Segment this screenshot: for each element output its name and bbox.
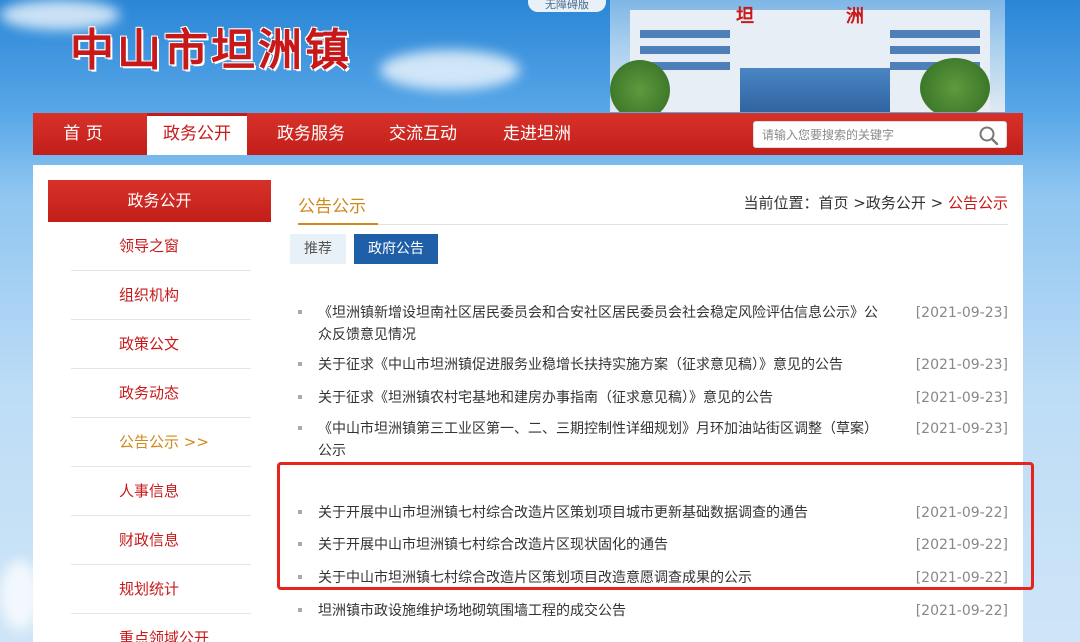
notice-title[interactable]: 关于开展中山市坦洲镇七村综合改造片区策划项目城市更新基础数据调查的通告	[318, 502, 888, 524]
sidebar-item-key-areas[interactable]: 重点领域公开	[71, 614, 251, 642]
search-icon[interactable]	[978, 125, 1000, 146]
sidebar-item-news[interactable]: 政务动态	[71, 369, 251, 418]
notice-title[interactable]: 《坦洲镇新增设坦南社区居民委员会和合安社区居民委员会社会稳定风险评估信息公示》公…	[318, 302, 888, 346]
title-accent-line	[298, 223, 378, 225]
bullet-icon	[298, 510, 302, 514]
nav-item-interaction[interactable]: 交流互动	[373, 113, 473, 155]
tab-bar: 推荐 政府公告	[290, 234, 446, 264]
sidebar-item-planning-statistics[interactable]: 规划统计	[71, 565, 251, 614]
nav-item-government-services[interactable]: 政务服务	[261, 113, 361, 155]
notice-row[interactable]: 关于开展中山市坦洲镇七村综合改造片区现状固化的通告 [2021-09-22]	[298, 534, 1008, 556]
page-title: 公告公示	[298, 197, 366, 217]
breadcrumb: 当前位置：首页 >政务公开 > 公告公示	[743, 192, 1008, 213]
notice-date: [2021-09-23]	[915, 421, 1008, 437]
notice-title[interactable]: 关于征求《中山市坦洲镇促进服务业稳增长扶持实施方案（征求意见稿）》意见的公告	[318, 354, 888, 376]
notice-row[interactable]: 关于中山市坦洲镇七村综合改造片区策划项目改造意愿调查成果的公示 [2021-09…	[298, 567, 1008, 589]
notice-row[interactable]: 《坦洲镇新增设坦南社区居民委员会和合安社区居民委员会社会稳定风险评估信息公示》公…	[298, 302, 1008, 346]
building-window-row	[890, 30, 980, 38]
building-window-row	[890, 46, 980, 54]
sidebar-item-announcements[interactable]: 公告公示 >>	[71, 418, 251, 467]
notice-title[interactable]: 关于开展中山市坦洲镇七村综合改造片区现状固化的通告	[318, 534, 888, 556]
nav-item-about-tanzhou[interactable]: 走进坦洲	[487, 113, 587, 155]
notice-date: [2021-09-22]	[915, 570, 1008, 586]
notice-date: [2021-09-22]	[915, 537, 1008, 553]
breadcrumb-section[interactable]: 政务公开	[866, 194, 926, 212]
building-sign-char: 洲	[846, 6, 864, 27]
nav-item-home[interactable]: 首 页	[33, 113, 133, 155]
title-divider	[298, 224, 1008, 225]
notice-date: [2021-09-22]	[915, 505, 1008, 521]
sidebar: 政务公开 领导之窗 组织机构 政策公文 政务动态 公告公示 >> 人事信息 财政…	[48, 180, 271, 642]
building-window-row	[640, 30, 730, 38]
sidebar-item-leaders[interactable]: 领导之窗	[71, 222, 251, 271]
building-window-row	[640, 46, 730, 54]
search-input[interactable]	[762, 125, 972, 145]
site-title[interactable]: 中山市坦洲镇	[70, 14, 352, 78]
notice-row[interactable]: 《中山市坦洲镇第三工业区第一、二、三期控制性详细规划》月环加油站街区调整（草案）…	[298, 418, 1008, 462]
notice-row[interactable]: 关于征求《中山市坦洲镇促进服务业稳增长扶持实施方案（征求意见稿）》意见的公告 […	[298, 354, 1008, 376]
notice-title[interactable]: 《中山市坦洲镇第三工业区第一、二、三期控制性详细规划》月环加油站街区调整（草案）…	[318, 418, 888, 462]
notice-title[interactable]: 关于征求《坦洲镇农村宅基地和建房办事指南（征求意见稿）》意见的公告	[318, 387, 888, 409]
content-panel: 政务公开 领导之窗 组织机构 政策公文 政务动态 公告公示 >> 人事信息 财政…	[33, 165, 1023, 642]
notice-row[interactable]: 关于征求《坦洲镇农村宅基地和建房办事指南（征求意见稿）》意见的公告 [2021-…	[298, 387, 1008, 409]
sidebar-item-personnel[interactable]: 人事信息	[71, 467, 251, 516]
notice-date: [2021-09-22]	[915, 603, 1008, 619]
government-building-image: 坦 洲	[610, 0, 1005, 112]
sidebar-item-organization[interactable]: 组织机构	[71, 271, 251, 320]
bullet-icon	[298, 575, 302, 579]
notice-title[interactable]: 坦洲镇市政设施维护场地砌筑围墙工程的成交公告	[318, 600, 888, 622]
breadcrumb-current[interactable]: 公告公示	[948, 194, 1008, 212]
breadcrumb-home[interactable]: 首页	[819, 194, 849, 212]
notice-row[interactable]: 关于开展中山市坦洲镇七村综合改造片区策划项目城市更新基础数据调查的通告 [202…	[298, 502, 1008, 524]
bullet-icon	[298, 608, 302, 612]
bullet-icon	[298, 362, 302, 366]
notice-date: [2021-09-23]	[915, 390, 1008, 406]
notice-title[interactable]: 关于中山市坦洲镇七村综合改造片区策划项目改造意愿调查成果的公示	[318, 567, 888, 589]
sidebar-heading: 政务公开	[48, 180, 271, 222]
tree-decoration	[610, 60, 670, 112]
breadcrumb-prefix: 当前位置：	[743, 194, 819, 212]
accessibility-badge[interactable]: 无障碍版	[528, 0, 606, 12]
header-banner: 中山市坦洲镇 无障碍版 坦 洲	[0, 0, 1080, 112]
bullet-icon	[298, 542, 302, 546]
building-glass-facade	[740, 68, 890, 112]
sidebar-item-finance[interactable]: 财政信息	[71, 516, 251, 565]
tree-decoration	[920, 58, 990, 112]
building-sign-char: 坦	[736, 6, 754, 27]
notice-date: [2021-09-23]	[915, 305, 1008, 321]
tab-government-notices[interactable]: 政府公告	[354, 234, 438, 264]
nav-item-government-affairs[interactable]: 政务公开	[147, 113, 247, 155]
bullet-icon	[298, 310, 302, 314]
main-nav-bar: 首 页 政务公开 政务服务 交流互动 走进坦洲	[33, 113, 1023, 155]
breadcrumb-separator: >	[925, 194, 948, 212]
sidebar-item-policy-documents[interactable]: 政策公文	[71, 320, 251, 369]
bullet-icon	[298, 426, 302, 430]
bullet-icon	[298, 395, 302, 399]
notice-row[interactable]: 坦洲镇市政设施维护场地砌筑围墙工程的成交公告 [2021-09-22]	[298, 600, 1008, 622]
breadcrumb-separator: >	[848, 194, 866, 212]
tab-recommended[interactable]: 推荐	[290, 234, 346, 264]
search-box	[753, 121, 1007, 148]
notice-date: [2021-09-23]	[915, 357, 1008, 373]
